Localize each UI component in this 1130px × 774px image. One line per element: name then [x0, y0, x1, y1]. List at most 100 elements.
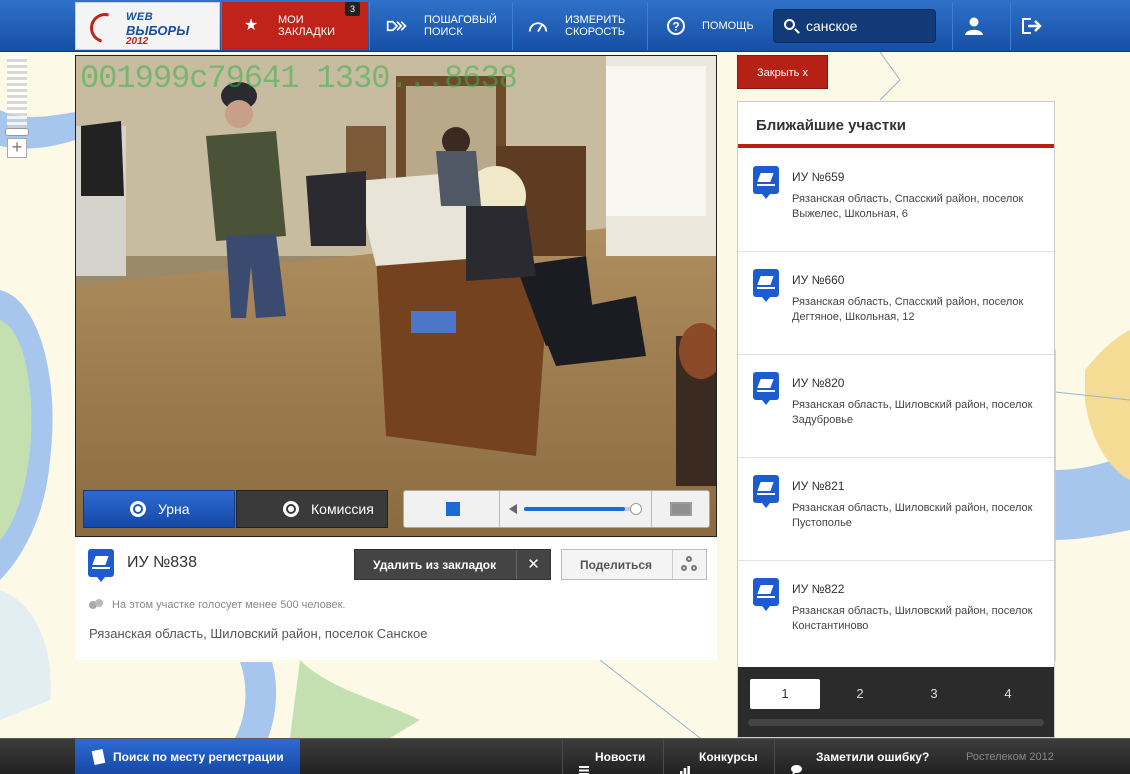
- station-address: Рязанская область, Шиловский район, посе…: [792, 399, 1033, 426]
- tab-camera-komissiya[interactable]: Комиссия: [236, 490, 388, 528]
- contests-link[interactable]: Конкурсы: [663, 739, 773, 774]
- zoom-in-button[interactable]: +: [7, 138, 27, 158]
- map-zoom-control[interactable]: +: [5, 52, 29, 160]
- registration-search-label: Поиск по месту регистрации: [113, 750, 284, 764]
- station-name: ИУ №822: [792, 582, 845, 596]
- logout-icon: [1021, 18, 1042, 34]
- station-address: Рязанская область, Шиловский район, посе…: [89, 626, 428, 641]
- tab-label: Урна: [158, 501, 190, 517]
- fullscreen-icon: [670, 502, 692, 516]
- station-address: Рязанская область, Спасский район, посел…: [792, 193, 1024, 220]
- logo-text-web: WEB: [126, 11, 154, 23]
- speech-bubble-icon: [791, 753, 802, 774]
- step-search-icon: [386, 15, 408, 37]
- report-error-label: Заметили ошибку?: [816, 750, 930, 764]
- pager-scrollbar[interactable]: [748, 719, 1044, 726]
- station-list-item[interactable]: ИУ №822 Рязанская область, Шиловский рай…: [738, 561, 1054, 664]
- voters-note: На этом участке голосует менее 500 челов…: [112, 599, 346, 611]
- logo-text-year: 2012: [126, 36, 149, 47]
- registration-search-button[interactable]: Поиск по месту регистрации: [75, 739, 300, 774]
- copyright: Ростелеком 2012: [966, 751, 1054, 763]
- zoom-track[interactable]: [7, 56, 27, 136]
- fullscreen-button[interactable]: [652, 491, 709, 527]
- bottom-bar: Поиск по месту регистрации Новости Конку…: [0, 738, 1130, 774]
- page-button-2[interactable]: 2: [825, 679, 895, 709]
- nav-label: ИЗМЕРИТЬ СКОРОСТЬ: [565, 14, 626, 38]
- star-icon: ★: [243, 17, 259, 34]
- ballot-pin-icon: [753, 166, 779, 199]
- search-value: санское: [806, 18, 858, 34]
- zoom-slider-handle[interactable]: [5, 128, 29, 136]
- bar-chart-icon: [680, 753, 690, 774]
- stop-icon: [446, 502, 460, 516]
- top-navigation-bar: WEB ВЫБОРЫ 2012 ★ МОИ ЗАКЛАДКИ 3 ПОШАГОВ…: [0, 0, 1130, 52]
- volume-control[interactable]: [500, 491, 652, 527]
- share-icon: [672, 550, 706, 579]
- camera-icon: [130, 501, 146, 517]
- news-label: Новости: [595, 750, 646, 764]
- people-icon: [89, 599, 105, 611]
- station-list-item[interactable]: ИУ №820 Рязанская область, Шиловский рай…: [738, 355, 1054, 458]
- station-list-item[interactable]: ИУ №659 Рязанская область, Спасский райо…: [738, 149, 1054, 252]
- volume-level: [524, 507, 626, 511]
- document-icon: [91, 749, 106, 765]
- report-error-link[interactable]: Заметили ошибку?: [774, 739, 946, 774]
- camera-video-stream[interactable]: 001999c79641 1330...8638 Урна Комиссия: [75, 55, 717, 537]
- contests-label: Конкурсы: [699, 750, 758, 764]
- page-button-4[interactable]: 4: [973, 679, 1043, 709]
- station-name: ИУ №659: [792, 170, 845, 184]
- page-button-1[interactable]: 1: [750, 679, 820, 709]
- bookmarks-count-badge: 3: [345, 2, 360, 16]
- share-button[interactable]: Поделиться: [561, 549, 707, 580]
- ballot-pin-icon: [753, 372, 779, 405]
- station-title: ИУ №838: [127, 554, 197, 571]
- nav-label: ПОШАГОВЫЙ ПОИСК: [424, 14, 497, 38]
- remove-bookmark-button[interactable]: Удалить из закладок ✕: [354, 549, 551, 580]
- player-controls: [403, 490, 710, 528]
- nearest-title: Ближайшие участки: [756, 117, 906, 134]
- ballot-pin-icon: [753, 269, 779, 302]
- share-label: Поделиться: [580, 558, 653, 572]
- nav-measure-speed[interactable]: ИЗМЕРИТЬ СКОРОСТЬ: [512, 2, 646, 50]
- nav-help[interactable]: ? ПОМОЩЬ: [647, 2, 763, 50]
- tab-label: Комиссия: [311, 501, 374, 517]
- volume-slider[interactable]: [524, 507, 634, 511]
- search-icon: [784, 19, 795, 30]
- pagination: 1 2 3 4: [738, 667, 1054, 737]
- ballot-pin-icon: [753, 578, 779, 611]
- station-list-item[interactable]: ИУ №660 Рязанская область, Спасский райо…: [738, 252, 1054, 355]
- logout-button[interactable]: [1010, 2, 1052, 50]
- svg-text:?: ?: [672, 20, 679, 34]
- news-link[interactable]: Новости: [562, 739, 662, 774]
- camera-icon: [283, 501, 299, 517]
- ballot-pin-icon: [753, 475, 779, 508]
- station-name: ИУ №821: [792, 479, 845, 493]
- station-address: Рязанская область, Спасский район, посел…: [792, 296, 1024, 323]
- tab-camera-urna[interactable]: Урна: [83, 490, 235, 528]
- ballot-pin-icon: [88, 549, 114, 582]
- user-icon: [964, 17, 983, 35]
- page-button-3[interactable]: 3: [899, 679, 969, 709]
- station-address: Рязанская область, Шиловский район, посе…: [792, 502, 1033, 529]
- webvybory-logo[interactable]: WEB ВЫБОРЫ 2012: [75, 2, 220, 50]
- nav-my-bookmarks[interactable]: ★ МОИ ЗАКЛАДКИ 3: [221, 2, 368, 50]
- station-list-item[interactable]: ИУ №821 Рязанская область, Шиловский рай…: [738, 458, 1054, 561]
- volume-slider-handle[interactable]: [630, 503, 642, 515]
- user-button[interactable]: [952, 2, 994, 50]
- remove-bookmark-label: Удалить из закладок: [373, 558, 497, 572]
- station-info-panel: ИУ №838 Удалить из закладок ✕ Поделиться…: [75, 538, 717, 660]
- news-icon: [579, 753, 589, 774]
- nav-step-search[interactable]: ПОШАГОВЫЙ ПОИСК: [369, 2, 511, 50]
- title-divider: [738, 144, 1054, 148]
- station-address: Рязанская область, Шиловский район, посе…: [792, 605, 1033, 632]
- close-nearest-button[interactable]: Закрыть x: [737, 55, 828, 89]
- search-input[interactable]: санское: [773, 9, 936, 43]
- speedometer-icon: [527, 15, 549, 37]
- nearest-stations-panel: Ближайшие участки ИУ №659 Рязанская обла…: [737, 101, 1055, 738]
- logo-swoosh-icon: [84, 7, 126, 49]
- camera-osd-overlay: 001999c79641 1330...8638: [80, 60, 518, 97]
- close-icon: ✕: [516, 550, 550, 579]
- station-name: ИУ №660: [792, 273, 845, 287]
- stop-button[interactable]: [404, 491, 500, 527]
- speaker-icon: [509, 504, 517, 514]
